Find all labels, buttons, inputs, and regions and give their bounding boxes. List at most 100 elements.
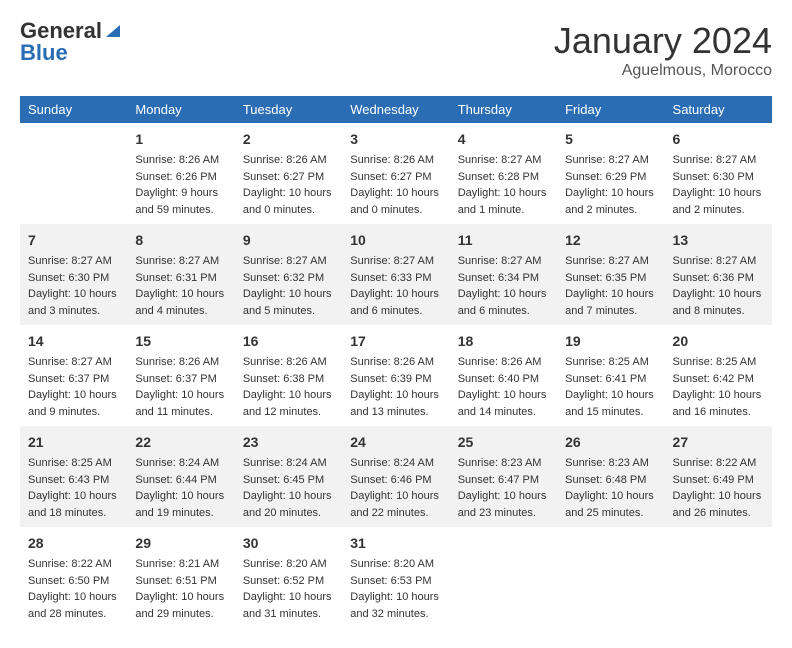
table-row <box>557 527 664 628</box>
calendar-week-row: 21Sunrise: 8:25 AMSunset: 6:43 PMDayligh… <box>20 426 772 527</box>
table-row: 29Sunrise: 8:21 AMSunset: 6:51 PMDayligh… <box>127 527 234 628</box>
day-number: 21 <box>28 432 119 453</box>
day-info: Sunrise: 8:20 AMSunset: 6:53 PMDaylight:… <box>350 556 441 622</box>
table-row: 22Sunrise: 8:24 AMSunset: 6:44 PMDayligh… <box>127 426 234 527</box>
day-number: 6 <box>673 129 764 150</box>
logo-general-text: General <box>20 20 102 42</box>
day-info: Sunrise: 8:27 AMSunset: 6:31 PMDaylight:… <box>135 253 226 319</box>
day-number: 15 <box>135 331 226 352</box>
day-number: 17 <box>350 331 441 352</box>
day-info: Sunrise: 8:26 AMSunset: 6:38 PMDaylight:… <box>243 354 334 420</box>
calendar-week-row: 1Sunrise: 8:26 AMSunset: 6:26 PMDaylight… <box>20 123 772 224</box>
table-row: 24Sunrise: 8:24 AMSunset: 6:46 PMDayligh… <box>342 426 449 527</box>
col-tuesday: Tuesday <box>235 96 342 123</box>
day-info: Sunrise: 8:24 AMSunset: 6:45 PMDaylight:… <box>243 455 334 521</box>
day-number: 11 <box>458 230 549 251</box>
logo-blue-text: Blue <box>20 42 68 64</box>
day-info: Sunrise: 8:25 AMSunset: 6:41 PMDaylight:… <box>565 354 656 420</box>
day-info: Sunrise: 8:26 AMSunset: 6:37 PMDaylight:… <box>135 354 226 420</box>
table-row: 1Sunrise: 8:26 AMSunset: 6:26 PMDaylight… <box>127 123 234 224</box>
day-info: Sunrise: 8:26 AMSunset: 6:39 PMDaylight:… <box>350 354 441 420</box>
day-number: 2 <box>243 129 334 150</box>
day-info: Sunrise: 8:27 AMSunset: 6:30 PMDaylight:… <box>673 152 764 218</box>
table-row: 5Sunrise: 8:27 AMSunset: 6:29 PMDaylight… <box>557 123 664 224</box>
day-number: 23 <box>243 432 334 453</box>
day-info: Sunrise: 8:27 AMSunset: 6:36 PMDaylight:… <box>673 253 764 319</box>
day-number: 18 <box>458 331 549 352</box>
table-row: 25Sunrise: 8:23 AMSunset: 6:47 PMDayligh… <box>450 426 557 527</box>
table-row: 30Sunrise: 8:20 AMSunset: 6:52 PMDayligh… <box>235 527 342 628</box>
day-info: Sunrise: 8:23 AMSunset: 6:47 PMDaylight:… <box>458 455 549 521</box>
day-number: 30 <box>243 533 334 554</box>
day-info: Sunrise: 8:27 AMSunset: 6:28 PMDaylight:… <box>458 152 549 218</box>
day-info: Sunrise: 8:27 AMSunset: 6:32 PMDaylight:… <box>243 253 334 319</box>
table-row: 12Sunrise: 8:27 AMSunset: 6:35 PMDayligh… <box>557 224 664 325</box>
day-number: 24 <box>350 432 441 453</box>
day-info: Sunrise: 8:27 AMSunset: 6:35 PMDaylight:… <box>565 253 656 319</box>
day-info: Sunrise: 8:25 AMSunset: 6:42 PMDaylight:… <box>673 354 764 420</box>
table-row: 20Sunrise: 8:25 AMSunset: 6:42 PMDayligh… <box>665 325 772 426</box>
table-row: 23Sunrise: 8:24 AMSunset: 6:45 PMDayligh… <box>235 426 342 527</box>
table-row: 18Sunrise: 8:26 AMSunset: 6:40 PMDayligh… <box>450 325 557 426</box>
table-row: 10Sunrise: 8:27 AMSunset: 6:33 PMDayligh… <box>342 224 449 325</box>
logo: General Blue <box>20 20 122 64</box>
table-row <box>450 527 557 628</box>
table-row: 4Sunrise: 8:27 AMSunset: 6:28 PMDaylight… <box>450 123 557 224</box>
day-number: 10 <box>350 230 441 251</box>
day-info: Sunrise: 8:27 AMSunset: 6:30 PMDaylight:… <box>28 253 119 319</box>
day-number: 12 <box>565 230 656 251</box>
table-row: 6Sunrise: 8:27 AMSunset: 6:30 PMDaylight… <box>665 123 772 224</box>
calendar-week-row: 28Sunrise: 8:22 AMSunset: 6:50 PMDayligh… <box>20 527 772 628</box>
table-row: 28Sunrise: 8:22 AMSunset: 6:50 PMDayligh… <box>20 527 127 628</box>
calendar-table: Sunday Monday Tuesday Wednesday Thursday… <box>20 96 772 628</box>
page-subtitle: Aguelmous, Morocco <box>554 62 772 80</box>
table-row: 13Sunrise: 8:27 AMSunset: 6:36 PMDayligh… <box>665 224 772 325</box>
day-number: 27 <box>673 432 764 453</box>
col-thursday: Thursday <box>450 96 557 123</box>
day-number: 16 <box>243 331 334 352</box>
day-info: Sunrise: 8:21 AMSunset: 6:51 PMDaylight:… <box>135 556 226 622</box>
day-info: Sunrise: 8:26 AMSunset: 6:27 PMDaylight:… <box>243 152 334 218</box>
table-row: 9Sunrise: 8:27 AMSunset: 6:32 PMDaylight… <box>235 224 342 325</box>
col-wednesday: Wednesday <box>342 96 449 123</box>
day-number: 7 <box>28 230 119 251</box>
page-title: January 2024 <box>554 20 772 62</box>
day-info: Sunrise: 8:26 AMSunset: 6:40 PMDaylight:… <box>458 354 549 420</box>
table-row <box>665 527 772 628</box>
day-number: 25 <box>458 432 549 453</box>
day-number: 22 <box>135 432 226 453</box>
day-number: 4 <box>458 129 549 150</box>
table-row: 21Sunrise: 8:25 AMSunset: 6:43 PMDayligh… <box>20 426 127 527</box>
day-info: Sunrise: 8:27 AMSunset: 6:33 PMDaylight:… <box>350 253 441 319</box>
day-number: 8 <box>135 230 226 251</box>
table-row: 7Sunrise: 8:27 AMSunset: 6:30 PMDaylight… <box>20 224 127 325</box>
table-row <box>20 123 127 224</box>
day-number: 14 <box>28 331 119 352</box>
table-row: 11Sunrise: 8:27 AMSunset: 6:34 PMDayligh… <box>450 224 557 325</box>
day-info: Sunrise: 8:20 AMSunset: 6:52 PMDaylight:… <box>243 556 334 622</box>
day-info: Sunrise: 8:23 AMSunset: 6:48 PMDaylight:… <box>565 455 656 521</box>
day-number: 26 <box>565 432 656 453</box>
table-row: 19Sunrise: 8:25 AMSunset: 6:41 PMDayligh… <box>557 325 664 426</box>
day-number: 28 <box>28 533 119 554</box>
table-row: 15Sunrise: 8:26 AMSunset: 6:37 PMDayligh… <box>127 325 234 426</box>
day-number: 5 <box>565 129 656 150</box>
day-info: Sunrise: 8:26 AMSunset: 6:26 PMDaylight:… <box>135 152 226 218</box>
col-sunday: Sunday <box>20 96 127 123</box>
day-number: 3 <box>350 129 441 150</box>
logo-icon <box>104 21 122 39</box>
day-number: 31 <box>350 533 441 554</box>
col-saturday: Saturday <box>665 96 772 123</box>
day-info: Sunrise: 8:27 AMSunset: 6:37 PMDaylight:… <box>28 354 119 420</box>
day-info: Sunrise: 8:24 AMSunset: 6:46 PMDaylight:… <box>350 455 441 521</box>
day-info: Sunrise: 8:22 AMSunset: 6:49 PMDaylight:… <box>673 455 764 521</box>
day-info: Sunrise: 8:27 AMSunset: 6:29 PMDaylight:… <box>565 152 656 218</box>
header-row: Sunday Monday Tuesday Wednesday Thursday… <box>20 96 772 123</box>
table-row: 27Sunrise: 8:22 AMSunset: 6:49 PMDayligh… <box>665 426 772 527</box>
calendar-week-row: 7Sunrise: 8:27 AMSunset: 6:30 PMDaylight… <box>20 224 772 325</box>
day-number: 9 <box>243 230 334 251</box>
table-row: 2Sunrise: 8:26 AMSunset: 6:27 PMDaylight… <box>235 123 342 224</box>
day-info: Sunrise: 8:26 AMSunset: 6:27 PMDaylight:… <box>350 152 441 218</box>
calendar-week-row: 14Sunrise: 8:27 AMSunset: 6:37 PMDayligh… <box>20 325 772 426</box>
page-header: General Blue January 2024 Aguelmous, Mor… <box>20 20 772 80</box>
